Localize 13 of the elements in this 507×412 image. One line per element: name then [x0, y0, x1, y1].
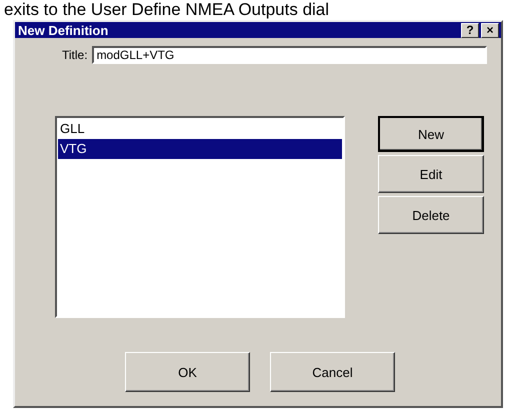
list-item[interactable]: GLL: [58, 119, 342, 139]
title-field[interactable]: modGLL+VTG: [92, 46, 487, 64]
action-button[interactable]: Delete: [378, 196, 484, 234]
window-title: New Definition: [18, 22, 108, 38]
title-label: Title:: [62, 48, 88, 62]
ok-button[interactable]: OK: [125, 352, 250, 392]
cancel-button[interactable]: Cancel: [270, 352, 395, 392]
action-button[interactable]: Edit: [378, 155, 484, 193]
close-button[interactable]: ×: [481, 22, 499, 38]
list-item[interactable]: VTG: [58, 139, 342, 159]
caption-text: exits to the User Define NMEA Outputs dial: [4, 0, 330, 19]
action-button[interactable]: New: [378, 116, 484, 152]
help-button[interactable]: ?: [461, 22, 479, 38]
